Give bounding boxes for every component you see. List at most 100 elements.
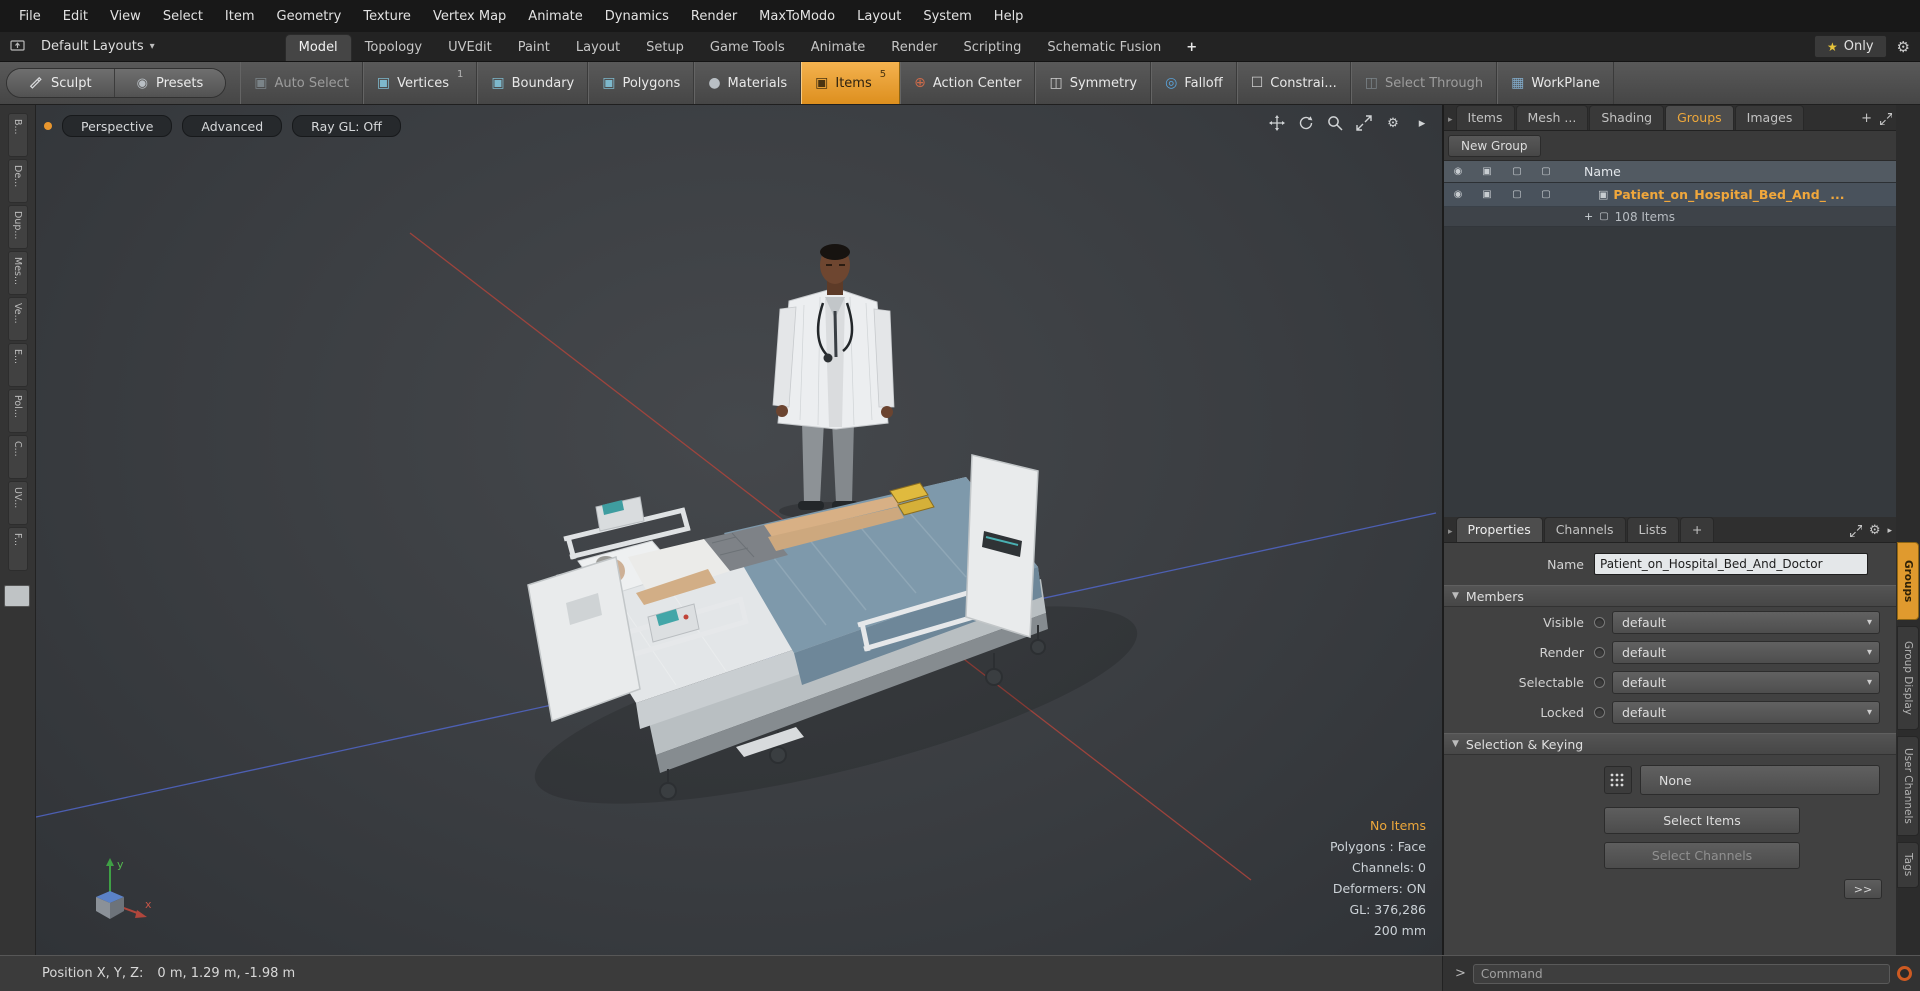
tab-items[interactable]: Items: [1455, 105, 1515, 130]
expand-plus-icon[interactable]: +: [1584, 210, 1593, 223]
vertices-button[interactable]: ▣ Vertices 1: [362, 62, 478, 104]
expand-panel-icon[interactable]: [1849, 524, 1862, 537]
command-input[interactable]: [1472, 963, 1890, 984]
auto-select-button[interactable]: ▣ Auto Select: [240, 62, 363, 104]
tab-setup[interactable]: Setup: [633, 35, 697, 61]
group-subrow[interactable]: + ▢ 108 Items: [1444, 207, 1896, 227]
tab-mesh-ops[interactable]: Mesh ...: [1515, 105, 1589, 130]
menu-view[interactable]: View: [99, 4, 152, 29]
new-group-button[interactable]: New Group: [1448, 134, 1541, 157]
menu-animate[interactable]: Animate: [517, 4, 593, 29]
menu-file[interactable]: File: [8, 4, 52, 29]
left-tab-falloff[interactable]: F...: [7, 527, 28, 571]
tab-schematic-fusion[interactable]: Schematic Fusion: [1034, 35, 1174, 61]
select-channels-button[interactable]: Select Channels: [1604, 842, 1800, 869]
menu-layout[interactable]: Layout: [846, 4, 912, 29]
tab-layout[interactable]: Layout: [563, 35, 633, 61]
presets-button[interactable]: ◉ Presets: [113, 69, 226, 97]
tab-channels[interactable]: Channels: [1543, 517, 1626, 542]
expand-panel-icon[interactable]: [1879, 112, 1892, 125]
select-through-button[interactable]: ◫ Select Through: [1350, 62, 1498, 104]
group-name-field[interactable]: [1594, 553, 1868, 575]
panel-gear-icon[interactable]: ⚙: [1869, 523, 1881, 538]
row-cube-icon[interactable]: ▣: [1472, 189, 1502, 200]
visible-dropdown[interactable]: default ▾: [1612, 610, 1880, 634]
tab-properties[interactable]: Properties: [1455, 517, 1543, 542]
side-tab-group-display[interactable]: Group Display: [1897, 626, 1919, 730]
selectable-dropdown[interactable]: default ▾: [1612, 670, 1880, 694]
menu-dynamics[interactable]: Dynamics: [594, 4, 680, 29]
left-tab-polygon[interactable]: Pol...: [7, 389, 28, 433]
tab-render[interactable]: Render: [878, 35, 950, 61]
more-options-button[interactable]: >>: [1844, 879, 1882, 899]
left-tab-vertex[interactable]: Ve...: [7, 297, 28, 341]
group-name-text[interactable]: Patient_on_Hospital_Bed_And_ ...: [1613, 187, 1844, 202]
maximize-icon[interactable]: [1354, 113, 1374, 133]
add-layout-tab-button[interactable]: +: [1174, 35, 1209, 61]
row-outline-icon-2[interactable]: ▢: [1532, 189, 1560, 200]
workplane-button[interactable]: ▦ WorkPlane: [1497, 62, 1614, 104]
left-tab-uv[interactable]: UV...: [7, 481, 28, 525]
panel-flyout-icon[interactable]: ▸: [1887, 526, 1892, 536]
tab-images[interactable]: Images: [1734, 105, 1805, 130]
menu-edit[interactable]: Edit: [52, 4, 99, 29]
materials-button[interactable]: ● Materials: [694, 62, 802, 104]
selection-keying-section-header[interactable]: ▼ Selection & Keying: [1444, 733, 1896, 755]
side-tab-user-channels[interactable]: User Channels: [1897, 736, 1919, 836]
menu-render[interactable]: Render: [680, 4, 748, 29]
visible-keyframe-toggle[interactable]: [1594, 616, 1605, 628]
menu-geometry[interactable]: Geometry: [266, 4, 353, 29]
tab-scripting[interactable]: Scripting: [951, 35, 1035, 61]
side-tab-groups[interactable]: Groups: [1897, 542, 1919, 620]
gear-icon[interactable]: ⚙: [1897, 38, 1910, 56]
menu-texture[interactable]: Texture: [352, 4, 422, 29]
panel-collapse-icon[interactable]: ▸: [1448, 115, 1453, 125]
eye-icon[interactable]: ◉: [1444, 189, 1472, 200]
menu-maxtomodo[interactable]: MaxToModo: [748, 4, 846, 29]
raygl-button[interactable]: Ray GL: Off: [292, 115, 401, 137]
shading-mode-button[interactable]: Advanced: [182, 115, 283, 137]
layout-switch-icon[interactable]: [10, 40, 25, 53]
keying-none-button[interactable]: None: [1640, 765, 1880, 795]
symmetry-button[interactable]: ◫ Symmetry: [1035, 62, 1152, 104]
pan-icon[interactable]: [1267, 113, 1287, 133]
panel-collapse-icon[interactable]: ▸: [1448, 527, 1453, 537]
left-tab-basic[interactable]: B...: [7, 113, 28, 157]
action-center-button[interactable]: ⊕ Action Center: [900, 62, 1036, 104]
add-tab-icon[interactable]: +: [1861, 111, 1872, 126]
group-list-empty-area[interactable]: [1444, 227, 1896, 517]
viewport-gear-icon[interactable]: ⚙: [1383, 113, 1403, 133]
locked-keyframe-toggle[interactable]: [1594, 706, 1605, 718]
constraints-button[interactable]: ☐ Constrai...: [1236, 62, 1351, 104]
row-outline-icon-1[interactable]: ▢: [1502, 189, 1532, 200]
tab-animate[interactable]: Animate: [798, 35, 878, 61]
rotate-icon[interactable]: [1296, 113, 1316, 133]
tab-paint[interactable]: Paint: [505, 35, 563, 61]
left-tab-edge[interactable]: E...: [7, 343, 28, 387]
render-dropdown[interactable]: default ▾: [1612, 640, 1880, 664]
left-tab-duplicate[interactable]: Dup...: [7, 205, 28, 249]
members-section-header[interactable]: ▼ Members: [1444, 585, 1896, 607]
channel-grid-icon[interactable]: [1604, 766, 1632, 794]
sculpt-button[interactable]: Sculpt: [7, 69, 114, 97]
perspective-button[interactable]: Perspective: [62, 115, 173, 137]
polygons-button[interactable]: ▣ Polygons: [588, 62, 695, 104]
menu-system[interactable]: System: [912, 4, 982, 29]
side-tab-tags[interactable]: Tags: [1897, 842, 1919, 888]
only-button[interactable]: ★ Only: [1814, 35, 1887, 58]
menu-select[interactable]: Select: [152, 4, 214, 29]
menu-item[interactable]: Item: [214, 4, 266, 29]
left-tab-mesh-edit[interactable]: Mes...: [7, 251, 28, 295]
left-tab-deform[interactable]: De...: [7, 159, 28, 203]
items-button[interactable]: ▣ Items 5: [801, 62, 901, 104]
menu-vertex-map[interactable]: Vertex Map: [422, 4, 517, 29]
zoom-icon[interactable]: [1325, 113, 1345, 133]
tab-model[interactable]: Model: [284, 34, 352, 61]
selectable-keyframe-toggle[interactable]: [1594, 676, 1605, 688]
tab-topology[interactable]: Topology: [352, 35, 435, 61]
flyout-arrow-icon[interactable]: ▸: [1412, 113, 1432, 133]
tab-groups[interactable]: Groups: [1665, 105, 1734, 130]
command-history-icon[interactable]: [1897, 966, 1912, 981]
tab-shading[interactable]: Shading: [1589, 105, 1665, 130]
tab-uvedit[interactable]: UVEdit: [435, 35, 505, 61]
